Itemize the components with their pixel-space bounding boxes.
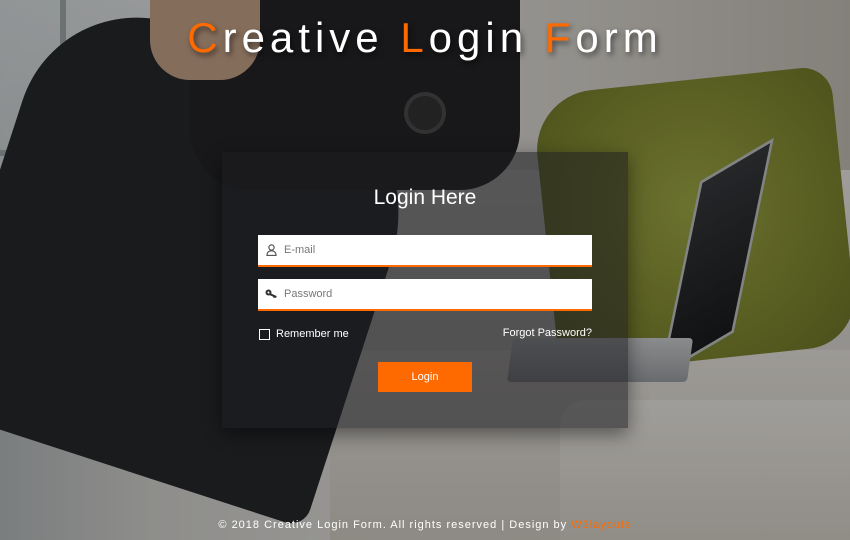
page-title: Creative Login Form	[0, 14, 850, 62]
password-field[interactable]	[258, 279, 592, 311]
login-heading: Login Here	[373, 186, 477, 209]
login-card: Login Here Remember me Forgot Password? …	[222, 152, 628, 428]
user-icon	[258, 244, 284, 256]
title-letter-c: C	[187, 14, 223, 61]
email-input[interactable]	[284, 235, 592, 265]
title-part-reative: reative	[222, 14, 401, 61]
title-letter-l: L	[400, 14, 429, 61]
remember-me-label[interactable]: Remember me	[276, 328, 349, 340]
title-part-ogin: ogin	[428, 14, 545, 61]
title-part-orm: orm	[575, 14, 663, 61]
footer-copyright: © 2018 Creative Login Form. All rights r…	[218, 519, 572, 531]
footer: © 2018 Creative Login Form. All rights r…	[0, 519, 850, 531]
login-button[interactable]: Login	[378, 362, 472, 392]
email-field[interactable]	[258, 235, 592, 267]
remember-me-checkbox[interactable]	[259, 328, 270, 340]
title-letter-f: F	[544, 14, 576, 61]
remember-me[interactable]: Remember me	[259, 328, 349, 340]
key-icon	[258, 289, 284, 299]
w3layouts-link[interactable]: W3layouts	[571, 519, 631, 531]
forgot-password-link[interactable]: Forgot Password?	[503, 327, 592, 339]
password-input[interactable]	[284, 279, 592, 309]
